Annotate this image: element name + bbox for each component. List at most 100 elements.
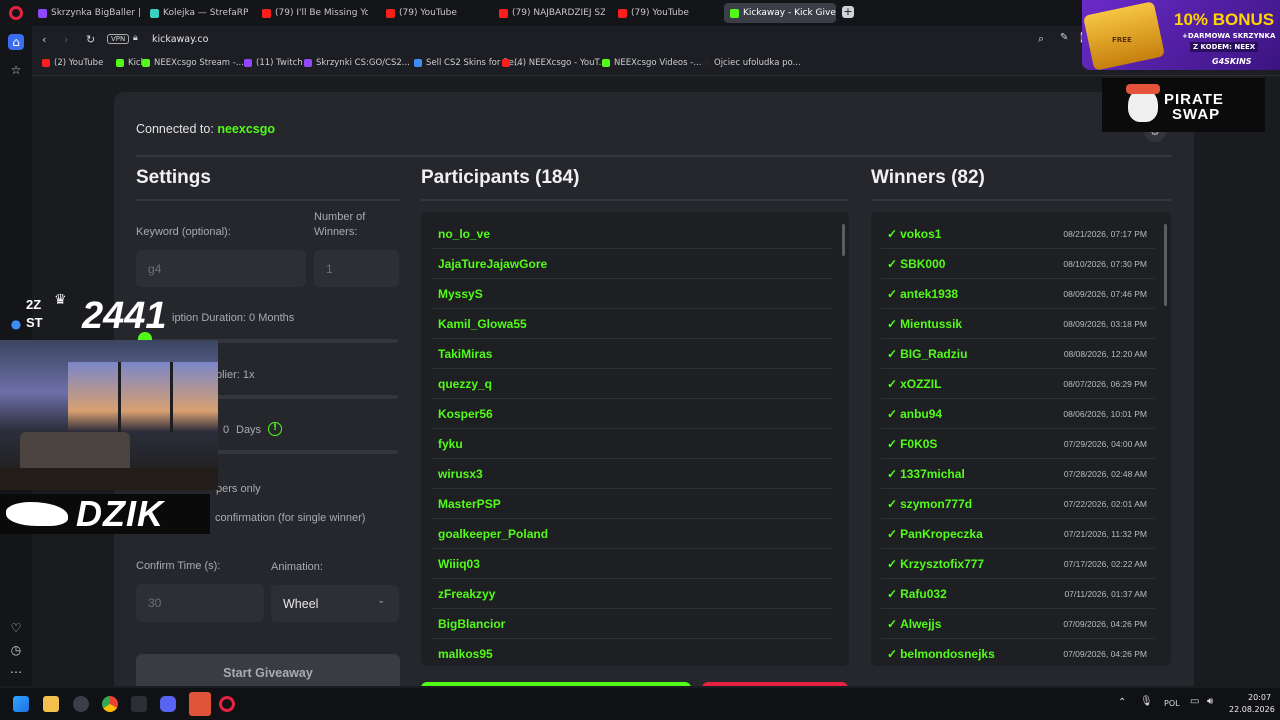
winner-row[interactable]: ✓ Mientussik 08/09/2026, 03:18 PM <box>881 309 1155 339</box>
participant-row[interactable]: wirusx3 <box>431 459 833 489</box>
winners-count-input[interactable]: 1 <box>314 250 399 287</box>
discord-icon[interactable] <box>160 696 176 712</box>
heart-icon[interactable]: ♡ <box>8 620 24 636</box>
participant-row[interactable]: JajaTureJajawGore <box>431 249 833 279</box>
participants-list[interactable]: no_lo_ve JajaTureJajawGore MyssyS Kamil_Glo… <box>421 212 849 666</box>
start-giveaway-button[interactable]: Start Giveaway <box>136 654 400 686</box>
browser-tab[interactable]: Kolejka — StrefaRP <box>144 3 254 23</box>
participant-row[interactable]: goalkeeper_Poland <box>431 519 833 549</box>
browser-tab[interactable]: (79) I'll Be Missing You <box>256 3 368 23</box>
pirate-hat-icon <box>1126 84 1160 94</box>
history-icon[interactable]: ◷ <box>8 642 24 658</box>
page: Connected to: neexcsgo ⚙ Settings Keywor… <box>32 77 1280 686</box>
display-icon[interactable]: ▭ <box>1190 696 1199 707</box>
winner-row[interactable]: ✓ anbu94 08/06/2026, 10:01 PM <box>881 399 1155 429</box>
opera-taskbar-icon[interactable] <box>219 696 235 712</box>
scrollbar[interactable] <box>842 224 845 256</box>
opera-logo-icon[interactable] <box>9 6 23 20</box>
volume-icon[interactable]: 🔊︎ <box>1207 696 1213 707</box>
browser-tab[interactable]: (79) YouTube <box>612 3 724 23</box>
winners-list[interactable]: ✓ vokos1 08/21/2026, 07:17 PM ✓ SBK000 08/10/… <box>871 212 1171 666</box>
participant-row[interactable]: TakiMiras <box>431 339 833 369</box>
participant-row[interactable]: fyku <box>431 429 833 459</box>
participant-row[interactable]: Wiiiq03 <box>431 549 833 579</box>
bookmark-item[interactable]: Ojciec ufoludka po... <box>702 58 801 68</box>
pirateswap-logo[interactable]: PIRATE SWAP <box>1102 78 1265 132</box>
participant-row[interactable]: MasterPSP <box>431 489 833 519</box>
vpn-badge[interactable]: VPN <box>107 34 130 44</box>
home-icon[interactable]: ⌂ <box>8 34 24 50</box>
url-field[interactable]: kickaway.co <box>152 34 208 45</box>
participant-row[interactable]: MyssyS <box>431 279 833 309</box>
tray-chevron-icon[interactable]: ⌃ <box>1118 697 1126 708</box>
multiplier-label: plier: 1x <box>216 369 255 381</box>
checkmark-icon: ✓ <box>887 496 898 511</box>
bookmark-item[interactable]: NEEXcsgo Stream -... <box>142 58 244 68</box>
bookmark-item[interactable]: (2) YouTube <box>42 58 103 68</box>
bookmark-item[interactable]: (11) Twitch <box>244 58 303 68</box>
winner-row[interactable]: ✓ belmondosnejks 07/09/2026, 04:26 PM <box>881 639 1155 666</box>
windows-start-icon[interactable] <box>13 696 29 712</box>
participant-row[interactable]: BigBlancior <box>431 609 833 639</box>
start-giveaway-label: Start Giveaway <box>223 666 313 680</box>
winner-row[interactable]: ✓ vokos1 08/21/2026, 07:17 PM <box>881 219 1155 249</box>
messenger-icon[interactable]: ● <box>8 316 24 332</box>
new-tab-button[interactable]: + <box>842 6 854 18</box>
bookmark-item[interactable]: (4) NEEXcsgo - YouT... <box>502 58 607 68</box>
microphone-icon[interactable]: 🎙︎ <box>1140 696 1153 707</box>
clock-date[interactable]: 22.08.2026 <box>1229 705 1275 714</box>
connection-status: Connected to: neexcsgo <box>136 122 275 136</box>
confirm-time-input[interactable]: 30 <box>136 584 264 622</box>
red-action-button[interactable] <box>702 682 848 686</box>
steam-icon[interactable] <box>73 696 89 712</box>
search-icon[interactable]: ⌕ <box>1038 32 1044 46</box>
participant-name: TakiMiras <box>438 346 493 361</box>
green-action-button[interactable] <box>421 682 691 686</box>
winner-row[interactable]: ✓ antek1938 08/09/2026, 07:46 PM <box>881 279 1155 309</box>
language-indicator[interactable]: POL <box>1164 699 1180 708</box>
winner-row[interactable]: ✓ Krzysztofix777 07/17/2026, 02:22 AM <box>881 549 1155 579</box>
tab-favicon-icon <box>730 8 739 18</box>
browser-tab[interactable]: (79) YouTube <box>380 3 492 23</box>
participant-row[interactable]: quezzy_q <box>431 369 833 399</box>
reload-icon[interactable]: ↻ <box>86 33 95 46</box>
winner-row[interactable]: ✓ Alwejjs 07/09/2026, 04:26 PM <box>881 609 1155 639</box>
info-icon[interactable]: ! <box>268 422 282 436</box>
browser-tab[interactable]: (79) NAJBARDZIEJ SZALONE <box>493 3 605 23</box>
winner-name: antek1938 <box>900 286 959 301</box>
app-icon[interactable] <box>189 692 211 716</box>
winner-row[interactable]: ✓ F0K0S 07/29/2026, 04:00 AM <box>881 429 1155 459</box>
bookmark-item[interactable]: NEEXcsgo Videos -... <box>602 58 701 68</box>
winner-row[interactable]: ✓ 1337michal 07/28/2026, 02:48 AM <box>881 459 1155 489</box>
browser-tab[interactable]: Skrzynka BigBaller | G4Skins <box>32 3 144 23</box>
file-explorer-icon[interactable] <box>43 696 59 712</box>
winner-date: 07/11/2026, 01:37 AM <box>1064 588 1147 599</box>
winner-row[interactable]: ✓ szymon777d 07/22/2026, 02:01 AM <box>881 489 1155 519</box>
participant-row[interactable]: no_lo_ve <box>431 219 833 249</box>
clock-time[interactable]: 20:07 <box>1248 693 1271 702</box>
chrome-icon[interactable] <box>102 696 118 712</box>
winner-name: 1337michal <box>900 466 965 481</box>
scrollbar[interactable] <box>1164 224 1167 306</box>
winner-row[interactable]: ✓ PanKropeczka 07/21/2026, 11:32 PM <box>881 519 1155 549</box>
winner-row[interactable]: ✓ xOZZIL 08/07/2026, 06:29 PM <box>881 369 1155 399</box>
back-icon[interactable]: ‹ <box>42 33 46 46</box>
keyword-input[interactable]: g4 <box>136 250 306 287</box>
browser-tab[interactable]: Kickaway - Kick Giveaway <box>724 3 836 23</box>
animation-select[interactable]: Wheel ⌄ <box>271 585 399 622</box>
winner-row[interactable]: ✓ Rafu032 07/11/2026, 01:37 AM <box>881 579 1155 609</box>
participant-row[interactable]: malkos95 <box>431 639 833 666</box>
participant-name: fyku <box>438 436 463 451</box>
forward-icon[interactable]: › <box>64 33 68 46</box>
obs-icon[interactable] <box>131 696 147 712</box>
edit-icon[interactable]: ✎ <box>1060 32 1068 43</box>
participant-row[interactable]: Kosper56 <box>431 399 833 429</box>
participant-row[interactable]: Kamil_Glowa55 <box>431 309 833 339</box>
star-icon[interactable]: ☆ <box>8 62 24 78</box>
more-icon[interactable]: ⋯ <box>8 664 24 680</box>
winner-row[interactable]: ✓ SBK000 08/10/2026, 07:30 PM <box>881 249 1155 279</box>
winner-row[interactable]: ✓ BIG_Radziu 08/08/2026, 12:20 AM <box>881 339 1155 369</box>
bookmark-item[interactable]: Skrzynki CS:GO/CS2... <box>304 58 410 68</box>
participant-row[interactable]: zFreakzyy <box>431 579 833 609</box>
g4skins-ad-banner[interactable]: FREE 10% BONUS +DARMOWA SKRZYNKA Z KODEM… <box>1082 0 1280 70</box>
